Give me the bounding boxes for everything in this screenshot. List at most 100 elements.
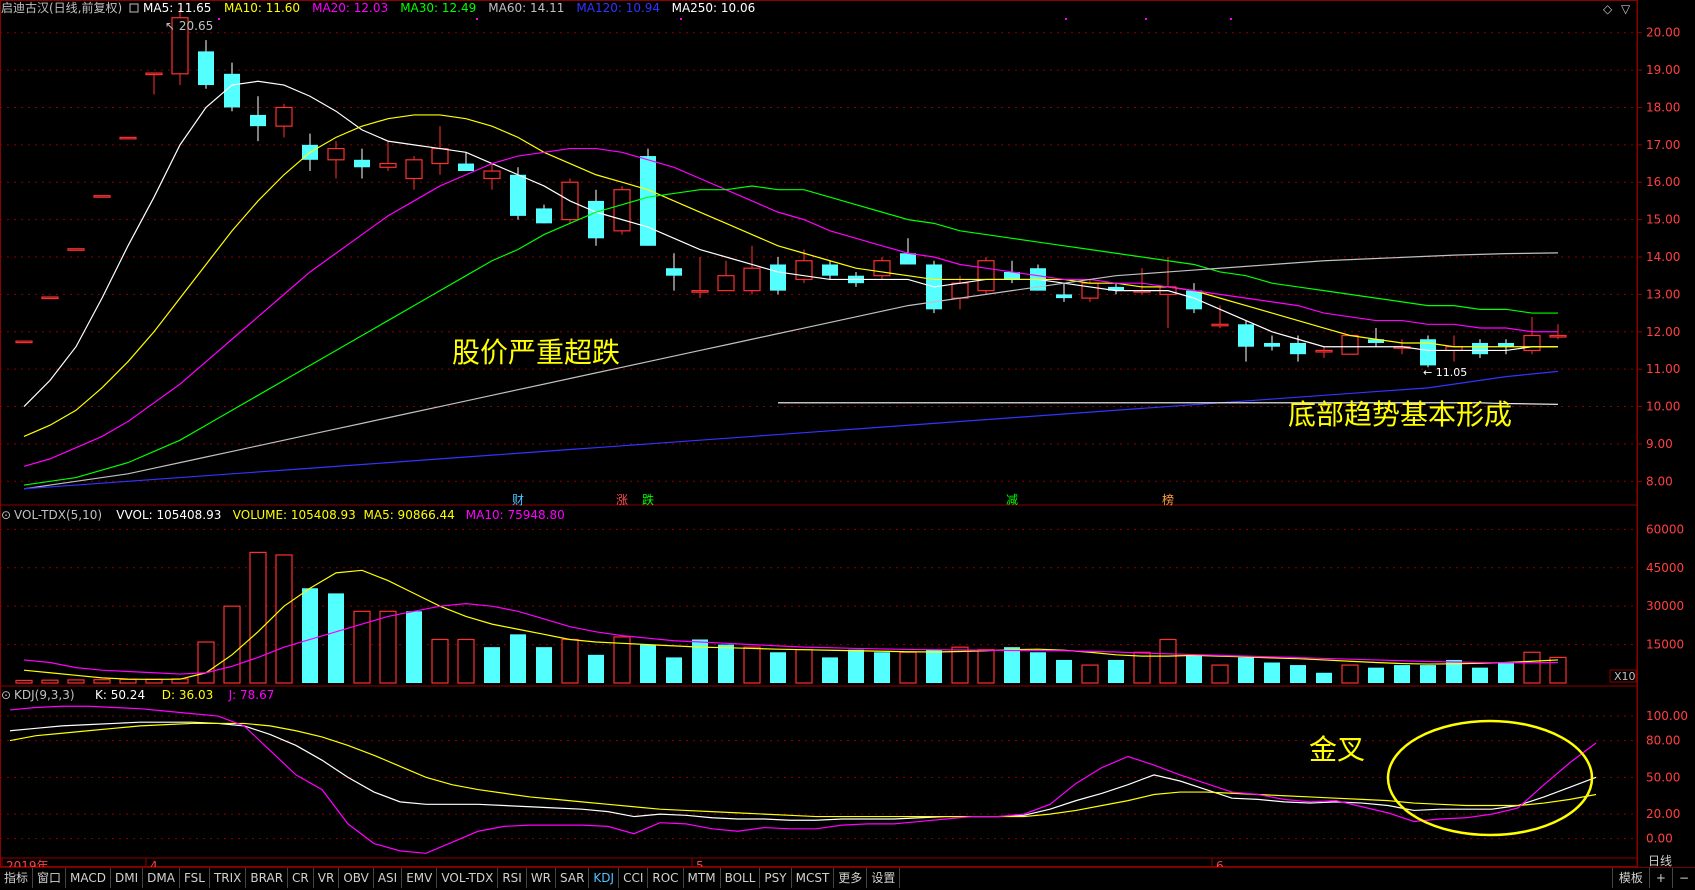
- remove-button[interactable]: −: [1671, 868, 1695, 888]
- volume-bar: [223, 605, 241, 684]
- volume-bar: [536, 647, 552, 683]
- ma-legend: MA120: 10.94: [576, 1, 660, 15]
- volume-bar: [406, 611, 422, 683]
- tab-rsi[interactable]: RSI: [498, 868, 527, 888]
- price-tick-label: 10.00: [1646, 400, 1680, 414]
- tab-brar[interactable]: BRAR: [246, 868, 289, 888]
- volume-bar: [15, 679, 33, 684]
- price-tick-label: 16.00: [1646, 175, 1680, 189]
- ma-legend: MA250: 10.06: [672, 1, 756, 15]
- volume-bar: [484, 647, 500, 683]
- price-tick-label: 13.00: [1646, 287, 1680, 301]
- volume-tick-label: 45000: [1646, 561, 1684, 575]
- tab-boll[interactable]: BOLL: [721, 868, 761, 888]
- tab-roc[interactable]: ROC: [648, 868, 684, 888]
- candle-body: [588, 200, 604, 239]
- top-marker-dot: [680, 18, 682, 20]
- top-marker-dot: [1230, 18, 1232, 20]
- tab-dmi[interactable]: DMI: [111, 868, 144, 888]
- volume-legend: VOL-TDX(5,10): [14, 508, 102, 522]
- tab-kdj[interactable]: KDJ: [589, 868, 620, 888]
- stock-chart[interactable]: 8.00 9.00 10.00 11.00 12.00 13.00 14.00 15.00 16…: [0, 0, 1695, 889]
- volume-bar: [692, 639, 708, 683]
- tab-更多[interactable]: 更多: [834, 868, 868, 888]
- price-tick-label: 14.00: [1646, 250, 1680, 264]
- candle-body: [379, 162, 397, 168]
- candle-body: [951, 282, 969, 299]
- volume-bar: [1316, 672, 1332, 683]
- kdj-legend: KDJ(9,3,3): [14, 688, 75, 702]
- price-tick-label: 17.00: [1646, 138, 1680, 152]
- high-price-marker: ↖ 20.65: [165, 19, 213, 33]
- tab-trix[interactable]: TRIX: [210, 868, 247, 888]
- candle-body: [1264, 342, 1280, 347]
- tab-macd[interactable]: MACD: [66, 868, 112, 888]
- tab-vol-tdx[interactable]: VOL-TDX: [437, 868, 499, 888]
- candle-body: [1081, 282, 1099, 299]
- tab-wr[interactable]: WR: [527, 868, 557, 888]
- volume-bar: [1211, 664, 1229, 684]
- candle-body: [250, 114, 266, 127]
- volume-bar: [848, 649, 864, 683]
- template-button[interactable]: 模板: [1611, 868, 1649, 888]
- chart-frame: [0, 0, 1638, 867]
- candle-body: [119, 136, 137, 140]
- price-tick-label: 9.00: [1646, 437, 1673, 451]
- candle-body: [1315, 349, 1333, 353]
- volume-bar: [457, 638, 475, 684]
- top-marker-dot: [218, 18, 220, 20]
- volume-bar: [926, 649, 942, 683]
- candle-body: [1472, 342, 1488, 355]
- tab-窗口[interactable]: 窗口: [33, 868, 67, 888]
- tab-emv[interactable]: EMV: [402, 868, 438, 888]
- volume-bar: [249, 551, 267, 684]
- volume-bar: [951, 646, 969, 684]
- ma-line-ma5: [23, 80, 1558, 407]
- tab-obv[interactable]: OBV: [339, 868, 374, 888]
- kdj-legend: D: 36.03: [162, 688, 213, 702]
- tab-mtm[interactable]: MTM: [684, 868, 721, 888]
- volume-tick-label: 60000: [1646, 522, 1684, 536]
- tab-指标[interactable]: 指标: [0, 868, 34, 888]
- price-tick-label: 20.00: [1646, 26, 1680, 40]
- candle-body: [822, 264, 838, 276]
- add-button[interactable]: +: [1648, 868, 1672, 888]
- price-tick-label: 11.00: [1646, 362, 1680, 376]
- volume-bar: [899, 651, 917, 684]
- volume-bar: [1394, 665, 1410, 683]
- volume-bar: [431, 638, 449, 684]
- price-tick-label: 18.00: [1646, 100, 1680, 114]
- candle-body: [15, 340, 33, 344]
- candle-body: [666, 268, 682, 276]
- kdj-tick-label: 100.00: [1646, 709, 1688, 723]
- candle-body: [458, 163, 474, 172]
- tab-mcst[interactable]: MCST: [792, 868, 835, 888]
- tab-fsl[interactable]: FSL: [180, 868, 210, 888]
- tab-cci[interactable]: CCI: [619, 868, 649, 888]
- candle-body: [1523, 334, 1541, 352]
- tab-cr[interactable]: CR: [288, 868, 314, 888]
- ma-legend: MA30: 12.49: [400, 1, 476, 15]
- tab-设置[interactable]: 设置: [867, 868, 901, 888]
- volume-bar: [197, 641, 215, 684]
- volume-bar: [1523, 651, 1541, 684]
- tab-vr[interactable]: VR: [314, 868, 340, 888]
- candle-body: [743, 267, 761, 292]
- tab-dma[interactable]: DMA: [143, 868, 180, 888]
- volume-legend: MA10: 75948.80: [466, 508, 565, 522]
- volume-bar: [640, 644, 656, 683]
- kdj-tick-label: 50.00: [1646, 770, 1680, 784]
- candle-body: [354, 159, 370, 168]
- top-marker-dot: [476, 18, 478, 20]
- volume-tick-label: 15000: [1646, 638, 1684, 652]
- tab-psy[interactable]: PSY: [760, 868, 792, 888]
- chart-title: 启迪古汉(日线,前复权): [1, 0, 122, 15]
- tab-asi[interactable]: ASI: [374, 868, 403, 888]
- tab-sar[interactable]: SAR: [556, 868, 590, 888]
- candle-body: [873, 260, 891, 277]
- top-marker-dot: [1065, 18, 1067, 20]
- kdj-tick-label: 20.00: [1646, 807, 1680, 821]
- volume-bar: [328, 593, 344, 683]
- candle-body: [977, 260, 995, 292]
- volume-scale-label: X10: [1614, 670, 1636, 683]
